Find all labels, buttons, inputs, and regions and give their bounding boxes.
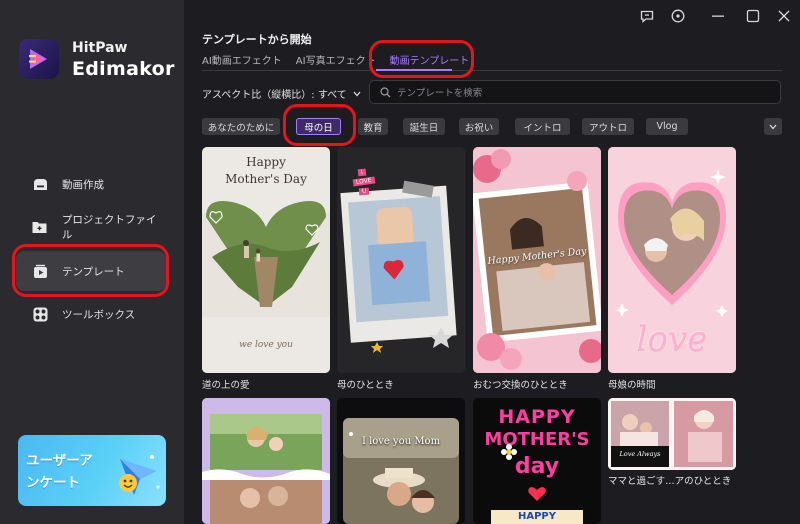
template-card-moms-moment[interactable]: I LOVE U <box>337 147 465 373</box>
card-overlay-caption: Love Always <box>619 450 661 458</box>
card-title: 道の上の愛 <box>202 380 250 391</box>
chevron-down-icon <box>769 124 777 129</box>
tab-ai-photo-effects[interactable]: AI写真エフェクト <box>296 52 376 68</box>
card-overlay-title-line1: Happy <box>246 155 286 169</box>
card-title: 母のひととき <box>337 380 394 391</box>
template-card-love-on-road[interactable]: Happy Mother's Day we love you <box>202 147 330 373</box>
category-chip-mothers-day[interactable]: 母の日 <box>296 118 341 135</box>
brand-name-bottom: Edimakor <box>72 58 175 80</box>
app-logo <box>19 39 59 79</box>
sidebar-item-project-files[interactable]: プロジェクトファイル <box>16 207 166 247</box>
close-icon[interactable] <box>775 7 793 25</box>
active-tab-underline <box>376 69 452 71</box>
template-card-6[interactable]: I love you Mom <box>337 398 465 524</box>
card-sticker-i: I <box>357 168 367 177</box>
card-overlay-title-line2: Mother's Day <box>225 172 307 186</box>
project-folder-icon <box>32 219 48 235</box>
template-thumbnail-image <box>337 398 465 524</box>
daisy-icon <box>501 444 517 460</box>
tab-ai-video-effects[interactable]: AI動画エフェクト <box>202 52 282 68</box>
template-icon <box>32 263 48 279</box>
search-placeholder: テンプレートを検索 <box>397 88 483 99</box>
card-overlay-title: I love you Mom <box>361 436 441 447</box>
sidebar-item-label: ツールボックス <box>62 308 136 321</box>
card-overlay-title: love <box>636 319 708 359</box>
category-chip-vlog[interactable]: Vlog <box>646 118 688 135</box>
promo-text-line1: ユーザーア <box>26 453 93 469</box>
template-card-mother-daughter[interactable]: love <box>608 147 736 373</box>
card-sticker-u: U <box>358 187 370 196</box>
category-chip-for-you[interactable]: あなたのために <box>202 118 280 135</box>
template-card-time-with-mom[interactable]: Love Always <box>608 398 736 470</box>
card-title: ママと過ごす…アのひととき <box>608 476 732 487</box>
promo-illustration <box>119 455 160 495</box>
template-card-7[interactable]: HAPPY MOTHER'S day HAPPY <box>473 398 601 524</box>
expand-categories-button[interactable] <box>764 118 782 135</box>
chevron-down-icon <box>353 91 361 96</box>
survey-promo-banner[interactable]: ユーザーア ンケート <box>18 435 166 506</box>
minimize-icon[interactable] <box>709 7 727 25</box>
card-overlay-footer: we love you <box>239 340 293 350</box>
promo-text-line2: ンケート <box>26 475 80 491</box>
sidebar-item-toolbox[interactable]: ツールボックス <box>16 294 166 334</box>
template-thumbnail-image <box>202 398 330 524</box>
category-chip-celebration[interactable]: お祝い <box>459 118 499 135</box>
toolbox-icon <box>32 306 48 322</box>
card-overlay-day: day <box>514 454 560 479</box>
category-chip-outro[interactable]: アウトロ <box>582 118 634 135</box>
aspect-ratio-dropdown[interactable]: アスペクト比（縦横比）: すべて <box>202 86 361 101</box>
brand-name-top: HitPaw <box>72 40 128 56</box>
category-chip-education[interactable]: 教育 <box>358 118 388 135</box>
sidebar-item-label: プロジェクトファイル <box>61 214 157 241</box>
sidebar-item-label: 動画作成 <box>62 178 104 191</box>
card-overlay-happy: HAPPY <box>498 406 576 428</box>
feedback-icon[interactable] <box>638 7 656 25</box>
tab-bar: AI動画エフェクト AI写真エフェクト 動画テンプレート <box>202 52 483 68</box>
sidebar-item-templates[interactable]: テンプレート <box>16 251 166 291</box>
sidebar-item-label: テンプレート <box>62 265 125 278</box>
heart-icon <box>528 487 546 501</box>
sidebar: HitPaw Edimakor 動画作成 プロジェクトファイル テンプレート ツ… <box>0 0 184 524</box>
category-chip-intro[interactable]: イントロ <box>515 118 570 135</box>
search-input[interactable]: テンプレートを検索 <box>369 80 781 104</box>
search-icon <box>380 86 391 97</box>
template-card-diaper-moment[interactable]: Happy Mother's Day <box>473 147 601 373</box>
page-title: テンプレートから開始 <box>202 33 312 46</box>
card-title: 母娘の時間 <box>608 380 656 391</box>
maximize-icon[interactable] <box>744 7 762 25</box>
card-overlay-mothers: MOTHER'S <box>484 429 590 450</box>
aspect-ratio-label: アスペクト比（縦横比）: すべて <box>202 90 347 101</box>
create-video-icon <box>32 176 48 192</box>
card-overlay-happy-bottom: HAPPY <box>491 510 583 524</box>
sidebar-item-create-video[interactable]: 動画作成 <box>16 164 166 204</box>
card-title: おむつ交換のひととき <box>473 380 568 391</box>
tab-divider <box>202 70 782 71</box>
template-card-5[interactable] <box>202 398 330 524</box>
template-thumbnail-image <box>608 398 736 470</box>
info-icon[interactable] <box>669 7 687 25</box>
category-chip-birthday[interactable]: 誕生日 <box>403 118 445 135</box>
tab-video-templates[interactable]: 動画テンプレート <box>390 52 470 68</box>
